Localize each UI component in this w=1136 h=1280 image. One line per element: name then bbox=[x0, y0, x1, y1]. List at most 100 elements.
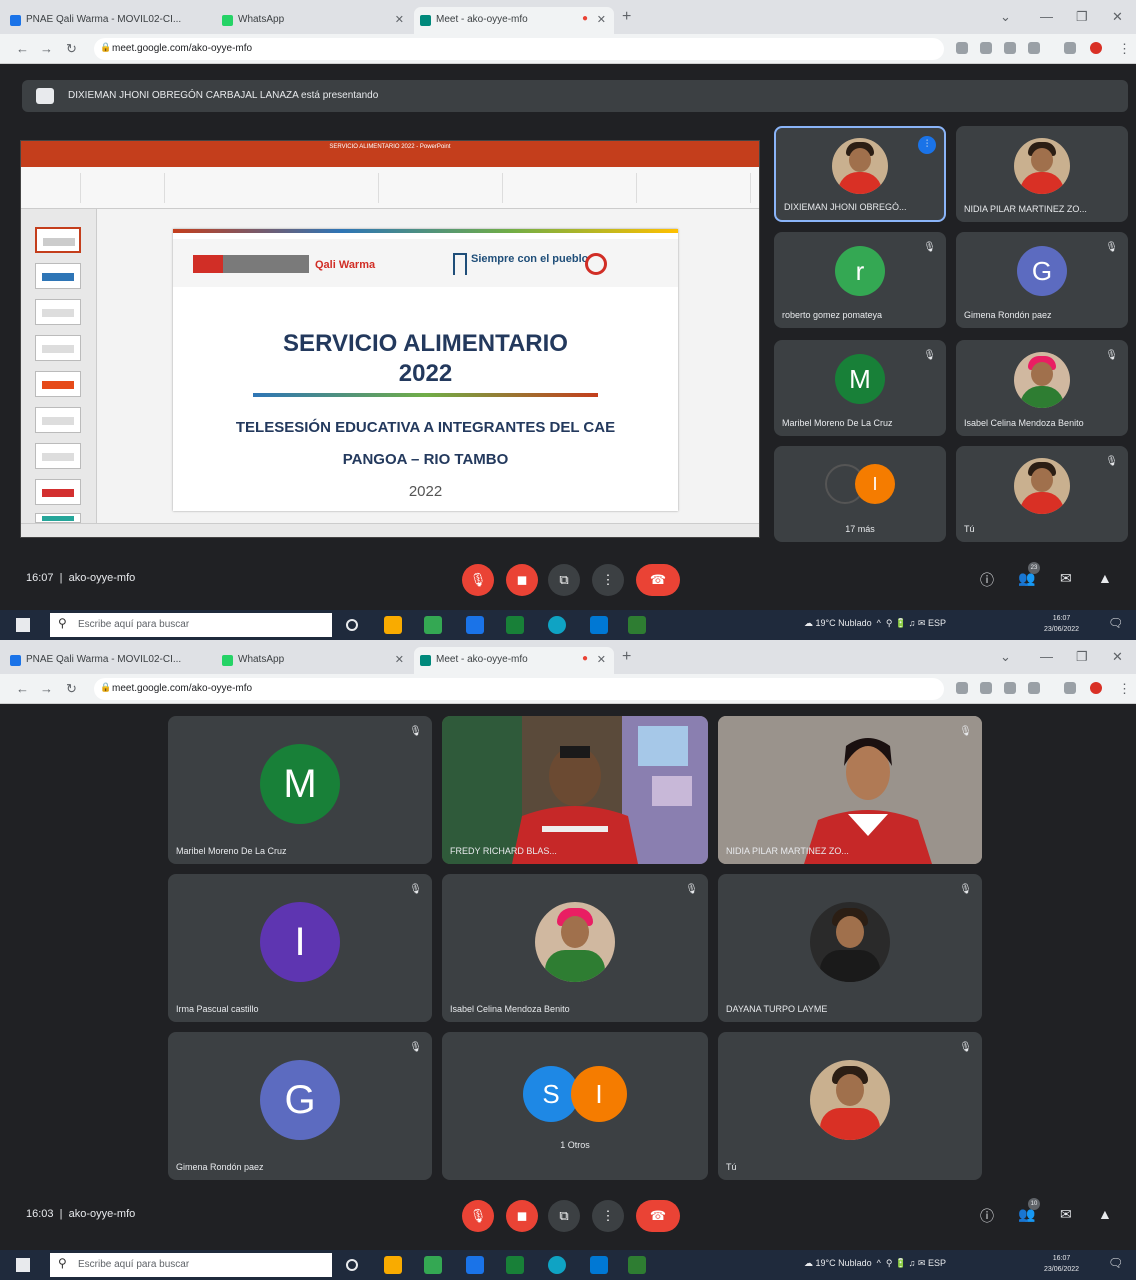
tab-whatsapp[interactable]: WhatsApp ✕ bbox=[216, 647, 412, 674]
chrome-icon[interactable] bbox=[424, 1256, 442, 1274]
cortana-icon[interactable] bbox=[346, 1259, 358, 1271]
participant-tile[interactable]: r 🎙 roberto gomez pomateya bbox=[774, 232, 946, 328]
activities-icon[interactable]: ▲ bbox=[1098, 570, 1112, 586]
tab-meet[interactable]: Meet - ako-oyye-mfo ● ✕ bbox=[414, 7, 614, 34]
participant-tile[interactable]: M 🎙 Maribel Moreno De La Cruz bbox=[168, 716, 432, 864]
share-icon[interactable] bbox=[1004, 682, 1016, 694]
reload-button[interactable]: ↻ bbox=[66, 41, 77, 57]
close-window-button[interactable]: ✕ bbox=[1112, 649, 1123, 665]
participant-tile[interactable]: NIDIA PILAR MARTINEZ ZO... bbox=[956, 126, 1128, 222]
minimize-button[interactable]: — bbox=[1040, 649, 1053, 664]
more-options-button[interactable]: ⋮ bbox=[592, 564, 624, 596]
more-options-button[interactable]: ⋮ bbox=[592, 1200, 624, 1232]
meeting-info-icon[interactable]: ⓘ bbox=[980, 570, 994, 590]
address-input[interactable]: 🔒 meet.google.com/ako-oyye-mfo bbox=[94, 38, 944, 60]
participant-tile[interactable]: G 🎙 Gimena Rondón paez bbox=[956, 232, 1128, 328]
self-tile[interactable]: 🎙 Tú bbox=[956, 446, 1128, 542]
side-panel-icon[interactable] bbox=[1064, 42, 1076, 54]
app-icon[interactable] bbox=[466, 1256, 484, 1274]
participant-tile[interactable]: 🎙 Isabel Celina Mendoza Benito bbox=[956, 340, 1128, 436]
participant-tile[interactable]: 🎙 Isabel Celina Mendoza Benito bbox=[442, 874, 708, 1022]
weather-widget[interactable]: ☁ 19°C Nublado ^ ⚲ 🔋 ♫ ✉ ESP bbox=[804, 1258, 946, 1269]
taskbar-clock[interactable]: 16:07 23/06/2022 bbox=[1044, 1253, 1079, 1275]
zoom-icon[interactable] bbox=[980, 682, 992, 694]
taskbar-search-input[interactable]: ⚲ Escribe aquí para buscar bbox=[50, 1253, 332, 1277]
mic-toggle-button[interactable]: 🎙 bbox=[462, 1200, 494, 1232]
meeting-info-icon[interactable]: ⓘ bbox=[980, 1206, 994, 1226]
windows-start-icon[interactable] bbox=[16, 1258, 30, 1272]
zoom-icon[interactable] bbox=[980, 42, 992, 54]
close-icon[interactable]: ✕ bbox=[395, 13, 404, 26]
camera-toggle-button[interactable]: ◼ bbox=[506, 1200, 538, 1232]
weather-widget[interactable]: ☁ 19°C Nublado ^ ⚲ 🔋 ♫ ✉ ESP bbox=[804, 618, 946, 629]
back-button[interactable]: ← bbox=[16, 41, 29, 56]
app-icon[interactable] bbox=[466, 616, 484, 634]
people-icon[interactable]: 👥 10 bbox=[1018, 1198, 1040, 1223]
participant-video-tile[interactable]: 🎙 NIDIA PILAR MARTINEZ ZO... bbox=[718, 716, 982, 864]
leave-call-button[interactable]: ☎ bbox=[636, 564, 680, 596]
new-tab-button[interactable]: + bbox=[622, 648, 631, 666]
tab-meet[interactable]: Meet - ako-oyye-mfo ● ✕ bbox=[414, 647, 614, 674]
side-panel-icon[interactable] bbox=[1064, 682, 1076, 694]
close-icon[interactable]: ✕ bbox=[395, 653, 404, 666]
close-icon[interactable]: ✕ bbox=[597, 653, 606, 666]
close-window-button[interactable]: ✕ bbox=[1112, 9, 1123, 25]
file-explorer-icon[interactable] bbox=[384, 616, 402, 634]
reload-button[interactable]: ↻ bbox=[66, 681, 77, 697]
taskbar-clock[interactable]: 16:07 23/06/2022 bbox=[1044, 613, 1079, 635]
self-tile[interactable]: 🎙 Tú bbox=[718, 1032, 982, 1180]
new-tab-button[interactable]: + bbox=[622, 8, 631, 26]
maximize-button[interactable]: ❐ bbox=[1076, 649, 1088, 665]
tab-whatsapp[interactable]: WhatsApp ✕ bbox=[216, 7, 412, 34]
more-participants-tile[interactable]: S I 1 Otros bbox=[442, 1032, 708, 1180]
activities-icon[interactable]: ▲ bbox=[1098, 1206, 1112, 1222]
chat-icon[interactable]: ✉ bbox=[1060, 1206, 1072, 1223]
menu-icon[interactable]: ⋮ bbox=[1118, 41, 1131, 57]
tab-qaliwarma[interactable]: PNAE Qali Warma - MOVIL02-CI... bbox=[4, 647, 216, 674]
camera-icon[interactable] bbox=[956, 42, 968, 54]
app-icon[interactable] bbox=[628, 616, 646, 634]
tab-qaliwarma[interactable]: PNAE Qali Warma - MOVIL02-CI... bbox=[4, 7, 216, 34]
chat-icon[interactable]: ✉ bbox=[1060, 570, 1072, 587]
excel-icon[interactable] bbox=[506, 1256, 524, 1274]
app-icon[interactable] bbox=[628, 1256, 646, 1274]
edge-icon[interactable] bbox=[548, 1256, 566, 1274]
leave-call-button[interactable]: ☎ bbox=[636, 1200, 680, 1232]
present-button[interactable]: ⧉ bbox=[548, 1200, 580, 1232]
present-button[interactable]: ⧉ bbox=[548, 564, 580, 596]
notifications-icon[interactable]: 🗨 bbox=[1108, 616, 1123, 630]
participant-tile[interactable]: M 🎙 Maribel Moreno De La Cruz bbox=[774, 340, 946, 436]
tab-search-icon[interactable]: ⌄ bbox=[1000, 649, 1011, 665]
menu-icon[interactable]: ⋮ bbox=[1118, 681, 1131, 697]
bookmark-star-icon[interactable] bbox=[1028, 42, 1040, 54]
minimize-button[interactable]: — bbox=[1040, 9, 1053, 24]
tab-search-icon[interactable]: ⌄ bbox=[1000, 9, 1011, 25]
participant-tile[interactable]: ⫶ DIXIEMAN JHONI OBREGÓ... bbox=[774, 126, 946, 222]
camera-toggle-button[interactable]: ◼ bbox=[506, 564, 538, 596]
mic-toggle-button[interactable]: 🎙 bbox=[462, 564, 494, 596]
windows-start-icon[interactable] bbox=[16, 618, 30, 632]
back-button[interactable]: ← bbox=[16, 681, 29, 696]
chrome-icon[interactable] bbox=[424, 616, 442, 634]
forward-button[interactable]: → bbox=[40, 681, 53, 696]
share-icon[interactable] bbox=[1004, 42, 1016, 54]
edge-icon[interactable] bbox=[548, 616, 566, 634]
close-icon[interactable]: ✕ bbox=[597, 13, 606, 26]
maximize-button[interactable]: ❐ bbox=[1076, 9, 1088, 25]
more-participants-tile[interactable]: I 17 más bbox=[774, 446, 946, 542]
excel-icon[interactable] bbox=[506, 616, 524, 634]
profile-avatar[interactable] bbox=[1090, 42, 1102, 54]
camera-icon[interactable] bbox=[956, 682, 968, 694]
people-icon[interactable]: 👥 23 bbox=[1018, 562, 1040, 587]
forward-button[interactable]: → bbox=[40, 41, 53, 56]
address-input[interactable]: 🔒 meet.google.com/ako-oyye-mfo bbox=[94, 678, 944, 700]
file-explorer-icon[interactable] bbox=[384, 1256, 402, 1274]
store-icon[interactable] bbox=[590, 616, 608, 634]
notifications-icon[interactable]: 🗨 bbox=[1108, 1256, 1123, 1270]
profile-avatar[interactable] bbox=[1090, 682, 1102, 694]
taskbar-search-input[interactable]: ⚲ Escribe aquí para buscar bbox=[50, 613, 332, 637]
participant-video-tile[interactable]: FREDY RICHARD BLAS... bbox=[442, 716, 708, 864]
participant-tile[interactable]: G 🎙 Gimena Rondón paez bbox=[168, 1032, 432, 1180]
bookmark-star-icon[interactable] bbox=[1028, 682, 1040, 694]
cortana-icon[interactable] bbox=[346, 619, 358, 631]
